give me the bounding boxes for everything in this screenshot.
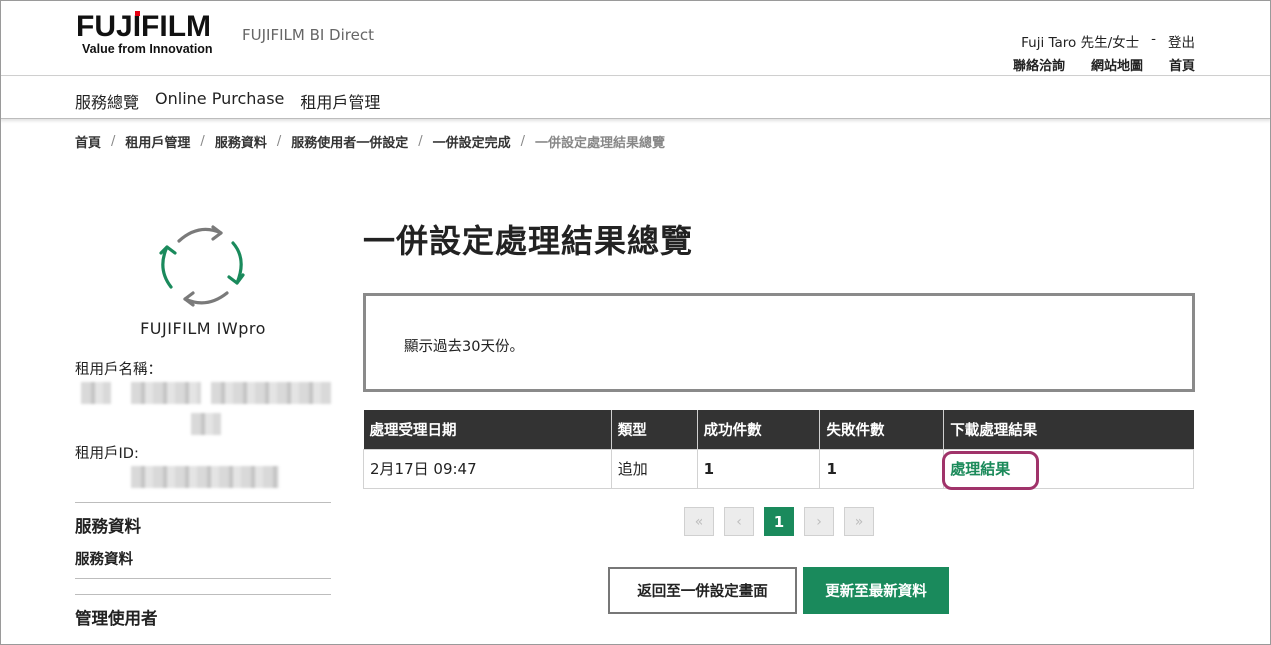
sidebar-section-heading: 服務資料 xyxy=(75,517,141,536)
user-separator: - xyxy=(1151,31,1156,47)
tenant-id-label: 租用戶ID: xyxy=(75,446,139,462)
recycle-arrows-icon xyxy=(159,225,245,307)
column-header-download: 下載處理結果 xyxy=(943,410,1194,449)
breadcrumb: 首頁 / 租用戶管理 / 服務資料 / 服務使用者一併設定 / 一併設定完成 /… xyxy=(75,132,665,151)
table-header-row: 處理受理日期 類型 成功件數 失敗件數 下載處理結果 xyxy=(363,410,1194,449)
breadcrumb-separator: / xyxy=(276,134,282,149)
breadcrumb-home[interactable]: 首頁 xyxy=(75,132,101,151)
breadcrumb-separator: / xyxy=(418,134,423,149)
tenant-name-redacted xyxy=(81,382,111,404)
cell-download: 處理結果 xyxy=(943,448,1194,489)
logo-wordmark: FUJIFILM xyxy=(76,10,212,43)
user-menu: Fuji Taro 先生/女士 - 登出 xyxy=(1021,31,1195,51)
tenant-name-redacted xyxy=(211,382,331,404)
cell-failure-count: 1 xyxy=(819,448,945,489)
download-result-link[interactable]: 處理結果 xyxy=(950,458,1010,479)
utility-links: 聯絡洽詢 網站地圖 首頁 xyxy=(1013,55,1195,74)
current-page-button[interactable]: 1 xyxy=(764,507,794,536)
column-header-failure: 失敗件數 xyxy=(819,410,945,449)
tenant-name-label: 租用戶名稱： xyxy=(75,362,162,378)
sidebar-divider xyxy=(75,594,331,595)
breadcrumb-separator: / xyxy=(520,134,526,149)
global-nav: 服務總覽 Online Purchase 租用戶管理 xyxy=(0,77,1271,119)
sidebar-section-heading: 管理使用者 xyxy=(75,609,158,628)
user-name: Fuji Taro 先生/女士 xyxy=(1021,35,1140,51)
nav-item-tenant-management[interactable]: 租用戶管理 xyxy=(300,89,380,113)
sidebar-divider xyxy=(75,578,331,579)
sidebar-divider xyxy=(75,502,331,503)
sitemap-link[interactable]: 網站地圖 xyxy=(1091,55,1143,74)
logo-tagline: Value from Innovation xyxy=(82,42,213,56)
site-header: FUJIFILM Value from Innovation FUJIFILM … xyxy=(0,0,1271,76)
last-page-button[interactable]: » xyxy=(844,507,874,536)
site-name: FUJIFILM BI Direct xyxy=(242,26,374,44)
breadcrumb-settings-complete[interactable]: 一併設定完成 xyxy=(433,132,511,151)
nav-item-service-overview[interactable]: 服務總覽 xyxy=(75,89,139,113)
pagination: « ‹ 1 › » xyxy=(684,507,874,536)
cell-date: 2月17日 09:47 xyxy=(363,448,612,489)
sidebar-item-service-data[interactable]: 服務資料 xyxy=(75,548,133,569)
refresh-button[interactable]: 更新至最新資料 xyxy=(803,567,949,614)
fujifilm-logo[interactable]: FUJIFILM Value from Innovation xyxy=(76,10,236,57)
tenant-id-redacted xyxy=(131,466,279,488)
back-to-bulk-settings-button[interactable]: 返回至一併設定畫面 xyxy=(608,567,797,614)
results-table: 處理受理日期 類型 成功件數 失敗件數 下載處理結果 2月17日 09:47 追… xyxy=(363,410,1194,489)
breadcrumb-tenant-management[interactable]: 租用戶管理 xyxy=(125,132,190,151)
notice-text: 顯示過去30天份。 xyxy=(404,339,524,355)
home-link[interactable]: 首頁 xyxy=(1169,55,1195,74)
tenant-name-redacted xyxy=(131,382,201,404)
nav-item-online-purchase[interactable]: Online Purchase xyxy=(155,89,284,113)
app-name: FUJIFILM IWpro xyxy=(140,319,266,338)
first-page-button[interactable]: « xyxy=(684,507,714,536)
breadcrumb-separator: / xyxy=(200,134,205,149)
logout-link[interactable]: 登出 xyxy=(1168,31,1195,51)
breadcrumb-separator: / xyxy=(111,134,116,149)
breadcrumb-current: 一併設定處理結果總覽 xyxy=(535,136,666,151)
cell-success-count: 1 xyxy=(696,448,821,489)
column-header-type: 類型 xyxy=(611,410,698,449)
previous-page-button[interactable]: ‹ xyxy=(724,507,754,536)
contact-link[interactable]: 聯絡洽詢 xyxy=(1013,55,1065,74)
notice-box: 顯示過去30天份。 xyxy=(363,293,1195,392)
tenant-name-redacted xyxy=(191,413,221,435)
table-row: 2月17日 09:47 追加 1 1 處理結果 xyxy=(363,448,1194,489)
next-page-button[interactable]: › xyxy=(804,507,834,536)
column-header-date: 處理受理日期 xyxy=(363,410,612,449)
page-title: 一併設定處理結果總覽 xyxy=(363,222,694,260)
breadcrumb-service-data[interactable]: 服務資料 xyxy=(215,132,267,151)
cell-type: 追加 xyxy=(610,448,698,489)
column-header-success: 成功件數 xyxy=(697,410,821,449)
breadcrumb-bulk-settings[interactable]: 服務使用者一併設定 xyxy=(291,132,408,151)
